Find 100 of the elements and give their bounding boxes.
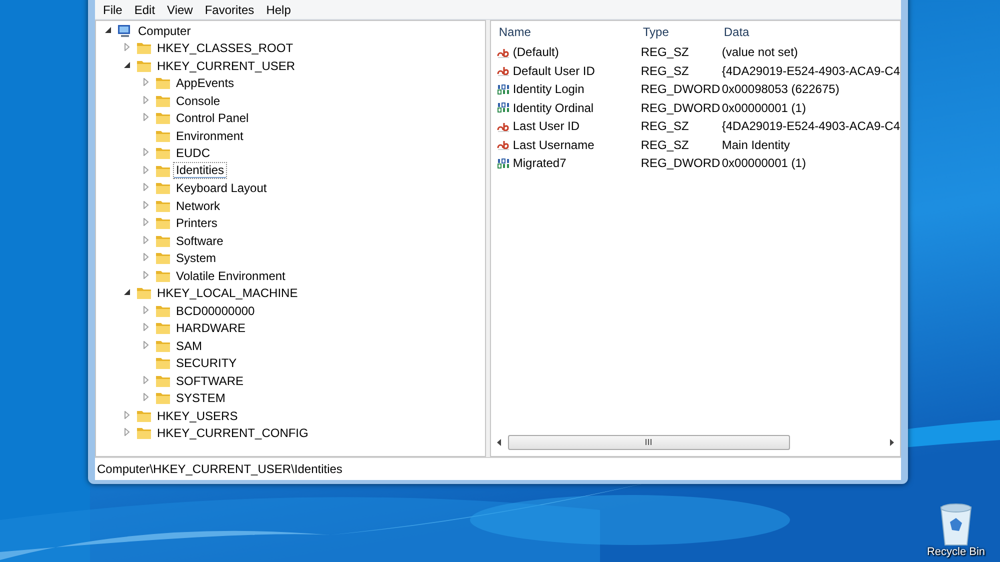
tree-item[interactable]: HKEY_CURRENT_CONFIG <box>155 426 310 440</box>
folder-icon <box>155 76 171 90</box>
string-value-icon <box>496 65 510 76</box>
value-name[interactable]: Migrated7 <box>512 156 566 170</box>
value-type: REG_SZ <box>640 62 690 80</box>
value-type: REG_DWORD <box>640 81 722 98</box>
value-name[interactable]: Identity Ordinal <box>512 100 594 115</box>
expand-arrow-icon[interactable] <box>142 183 150 192</box>
folder-icon <box>155 128 171 143</box>
scrollbar-thumb[interactable] <box>508 434 790 450</box>
column-header[interactable]: Data <box>722 21 900 43</box>
expand-arrow-icon[interactable] <box>123 410 131 419</box>
value-name[interactable]: Last Username <box>512 138 594 152</box>
collapse-arrow-icon[interactable] <box>123 60 131 69</box>
menu-item[interactable]: Help <box>260 2 297 16</box>
string-value-icon <box>496 139 510 150</box>
value-name[interactable]: Default User ID <box>512 64 595 78</box>
status-path: Computer\HKEY_CURRENT_USER\Identities <box>97 462 342 476</box>
tree-item[interactable]: HKEY_USERS <box>155 408 240 423</box>
value-name[interactable]: Identity Login <box>512 82 584 96</box>
expand-arrow-icon[interactable] <box>142 393 150 402</box>
expand-arrow-icon[interactable] <box>142 236 150 244</box>
expand-arrow-icon[interactable] <box>142 323 150 332</box>
tree-item[interactable]: AppEvents <box>174 76 236 90</box>
tree-item[interactable]: SAM <box>174 338 204 353</box>
string-value-icon <box>496 46 510 58</box>
column-header[interactable]: Type <box>640 21 722 43</box>
expand-arrow-icon[interactable] <box>142 78 150 86</box>
scroll-right-icon[interactable] <box>889 438 894 446</box>
expand-arrow-icon[interactable] <box>142 96 150 104</box>
tree-item[interactable]: Console <box>174 94 222 108</box>
tree-item[interactable]: HKEY_CURRENT_USER <box>155 58 298 73</box>
tree-item[interactable]: Volatile Environment <box>174 268 288 283</box>
tree-item[interactable]: Computer <box>136 24 193 38</box>
expand-arrow-icon[interactable] <box>142 270 150 279</box>
binary-value-icon <box>496 158 510 169</box>
collapse-arrow-icon[interactable] <box>123 288 131 296</box>
value-data: {4DA29019-E524-4903-ACA9-C4 <box>722 62 900 80</box>
value-type: REG_DWORD <box>640 100 722 117</box>
tree-item[interactable]: System <box>174 251 218 266</box>
tree-item[interactable]: Printers <box>174 216 220 230</box>
menu-item[interactable]: View <box>161 2 199 16</box>
value-type: REG_DWORD <box>640 155 722 172</box>
value-data: Main Identity <box>722 136 791 154</box>
scroll-left-icon[interactable] <box>496 438 502 446</box>
folder-icon <box>136 426 152 440</box>
expand-arrow-icon[interactable] <box>142 148 150 156</box>
expand-arrow-icon[interactable] <box>142 340 150 349</box>
tree-item[interactable]: HKEY_CLASSES_ROOT <box>155 41 296 56</box>
value-name[interactable]: (Default) <box>512 45 559 60</box>
collapse-arrow-icon[interactable] <box>104 26 112 34</box>
folder-icon <box>155 181 171 196</box>
menu-item[interactable]: File <box>97 2 128 16</box>
tree-item[interactable]: Identities <box>174 163 226 178</box>
tree-item[interactable]: SECURITY <box>174 356 239 370</box>
string-value-icon <box>496 120 510 132</box>
tree-item[interactable]: SOFTWARE <box>174 374 246 388</box>
folder-icon <box>155 268 171 283</box>
expand-arrow-icon[interactable] <box>142 376 150 384</box>
expand-arrow-icon[interactable] <box>142 166 150 174</box>
value-type: REG_SZ <box>640 44 690 62</box>
value-data: 0x00000001 (1) <box>722 100 807 117</box>
expand-arrow-icon[interactable] <box>142 253 150 262</box>
folder-icon <box>155 111 171 126</box>
icon-label: Recycle Bin <box>926 546 986 559</box>
value-data: 0x00000001 (1) <box>722 155 807 172</box>
computer-icon <box>117 24 133 38</box>
tree-item[interactable]: HARDWARE <box>174 321 248 336</box>
expand-arrow-icon[interactable] <box>142 218 150 226</box>
expand-arrow-icon[interactable] <box>123 428 131 436</box>
tree-item[interactable]: Network <box>174 198 222 213</box>
binary-value-icon <box>496 84 510 95</box>
folder-icon <box>155 251 171 266</box>
menu-item[interactable]: Favorites <box>198 2 260 16</box>
expand-arrow-icon[interactable] <box>123 43 131 52</box>
expand-arrow-icon[interactable] <box>142 306 150 314</box>
tree-item[interactable]: SYSTEM <box>174 391 228 406</box>
folder-icon <box>155 338 171 353</box>
value-name[interactable]: Last User ID <box>512 119 580 134</box>
menu-item[interactable]: Edit <box>128 2 162 16</box>
value-data: (value not set) <box>722 44 799 62</box>
folder-icon <box>155 146 171 160</box>
folder-icon <box>136 408 152 423</box>
expand-arrow-icon[interactable] <box>142 113 150 122</box>
tree-item[interactable]: Software <box>174 234 226 248</box>
tree-item[interactable]: Keyboard Layout <box>174 181 269 196</box>
tree-item[interactable]: Control Panel <box>174 111 251 126</box>
tree-item[interactable]: EUDC <box>174 146 212 160</box>
tree-item[interactable]: Environment <box>174 128 246 143</box>
expand-arrow-icon[interactable] <box>142 200 150 209</box>
tree-item[interactable]: HKEY_LOCAL_MACHINE <box>155 286 300 300</box>
binary-value-icon <box>496 102 510 114</box>
column-header[interactable]: Name <box>496 21 641 43</box>
folder-icon <box>155 374 171 388</box>
value-type: REG_SZ <box>640 136 690 154</box>
folder-icon <box>155 164 171 178</box>
folder-icon <box>155 321 171 336</box>
folder-icon <box>155 198 171 213</box>
tree-item[interactable]: BCD00000000 <box>174 304 257 318</box>
folder-icon <box>155 356 171 370</box>
